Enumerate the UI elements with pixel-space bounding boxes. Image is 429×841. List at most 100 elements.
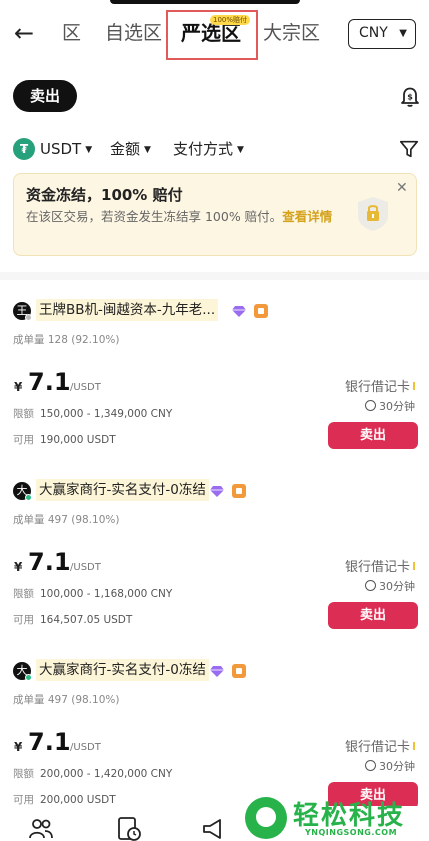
filter-row: ₮ USDT ▼ 金额 ▼ 支付方式 ▼ — [13, 136, 423, 162]
limit-value: 150,000 - 1,349,000 CNY — [40, 408, 173, 420]
limit-value: 100,000 - 1,168,000 CNY — [40, 588, 173, 600]
limit-label: 限额 — [13, 588, 34, 600]
diamond-icon — [210, 666, 224, 677]
order-stats: 成单量 497 (98.10%) — [13, 512, 119, 527]
amount-label: 金额 — [110, 140, 141, 158]
people-icon[interactable] — [28, 816, 54, 841]
bell-dollar-icon[interactable]: $ — [398, 84, 422, 108]
clock-icon — [365, 760, 376, 771]
watermark-logo: 轻松科技 YNQINGSONG.COM — [245, 795, 429, 841]
watermark-subtext: YNQINGSONG.COM — [305, 828, 398, 837]
order-stats: 成单量 128 (92.10%) — [13, 332, 119, 347]
limit-label: 限额 — [13, 768, 34, 780]
limit-value: 200,000 - 1,420,000 CNY — [40, 768, 173, 780]
amount-filter[interactable]: 金额 ▼ — [110, 136, 151, 163]
available-label: 可用 — [13, 434, 34, 446]
orders-value: 128 (92.10%) — [47, 334, 120, 346]
avatar[interactable]: 大 — [13, 662, 32, 681]
orders-label: 成单量 — [13, 334, 45, 346]
available-amount: 可用 164,507.05 USDT — [13, 612, 132, 627]
payment-time: 30分钟 — [365, 578, 415, 594]
price-unit: /USDT — [70, 562, 101, 573]
megaphone-icon[interactable] — [200, 816, 226, 841]
clock-icon — [365, 580, 376, 591]
notice-text: 在该区交易，若资金发生冻结享 100% 赔付。查看详情 — [26, 208, 354, 226]
notice-title: 资金冻结，100% 赔付 — [26, 186, 183, 204]
online-status-dot — [25, 674, 32, 681]
close-icon[interactable]: ✕ — [396, 180, 408, 196]
clock-icon — [365, 400, 376, 411]
tab-label: 区 — [62, 22, 82, 44]
payment-label: 支付方式 — [173, 140, 234, 158]
sell-button[interactable]: 卖出 — [328, 602, 418, 629]
available-label: 可用 — [13, 794, 34, 806]
limit-range: 限额 200,000 - 1,420,000 CNY — [13, 766, 172, 781]
sell-button[interactable]: 卖出 — [328, 422, 418, 449]
price: 7.1 — [28, 728, 71, 756]
watermark-circle-icon — [245, 797, 287, 839]
orders-value: 497 (98.10%) — [47, 694, 120, 706]
price-unit: /USDT — [70, 382, 101, 393]
arrow-left-icon[interactable]: ← — [14, 20, 40, 46]
notice-details-link[interactable]: 查看详情 — [282, 209, 332, 224]
order-clock-icon[interactable] — [116, 816, 142, 841]
currency-symbol: ¥ — [14, 380, 23, 394]
payment-method: 银行借记卡 — [345, 376, 415, 395]
payment-method: 银行借记卡 — [345, 736, 415, 755]
price: 7.1 — [28, 548, 71, 576]
funnel-icon[interactable] — [398, 138, 420, 160]
tab-partial[interactable]: 区 — [62, 18, 88, 48]
price-unit: /USDT — [70, 742, 101, 753]
payment-filter[interactable]: 支付方式 ▼ — [173, 136, 244, 163]
offline-status-dot — [25, 314, 32, 321]
currency-label: CNY — [359, 25, 388, 41]
diamond-icon — [232, 306, 246, 317]
notice-body: 在该区交易，若资金发生冻结享 100% 赔付。 — [26, 209, 283, 224]
merchant-listing: 大 大赢家商行-实名支付-0冻结 成单量 497 (98.10%) ¥ 7.1 … — [0, 479, 429, 662]
currency-symbol: ¥ — [14, 560, 23, 574]
tab-bulk-zone[interactable]: 大宗区 — [263, 18, 320, 48]
available-value: 190,000 USDT — [40, 434, 116, 446]
merchant-name[interactable]: 大赢家商行-实名支付-0冻结 — [36, 479, 209, 501]
sell-mode-button[interactable]: 卖出 — [13, 80, 77, 112]
time-value: 30分钟 — [379, 760, 415, 773]
usdt-coin-icon: ₮ — [13, 138, 35, 160]
diamond-icon — [210, 486, 224, 497]
payment-time: 30分钟 — [365, 398, 415, 414]
available-value: 200,000 USDT — [40, 794, 116, 806]
avatar[interactable]: 大 — [13, 482, 32, 501]
merchant-badge-icon — [232, 664, 246, 678]
merchant-name[interactable]: 王牌BB机-闽越资本-九年老... — [36, 299, 219, 321]
orders-label: 成单量 — [13, 514, 45, 526]
tab-watchlist[interactable]: 自选区 — [105, 18, 162, 48]
shield-lock-icon — [358, 197, 388, 231]
avatar[interactable]: 王 — [13, 302, 32, 321]
payment-method: 银行借记卡 — [345, 556, 415, 575]
caret-down-icon: ▼ — [144, 145, 151, 155]
coin-label: USDT — [40, 140, 82, 158]
currency-symbol: ¥ — [14, 740, 23, 754]
available-value: 164,507.05 USDT — [40, 614, 133, 626]
orders-value: 497 (98.10%) — [47, 514, 120, 526]
caret-down-icon: ▼ — [85, 145, 93, 155]
available-amount: 可用 200,000 USDT — [13, 792, 116, 807]
time-value: 30分钟 — [379, 580, 415, 593]
caret-down-icon: ▼ — [399, 28, 407, 39]
merchant-badge-icon — [254, 304, 268, 318]
merchant-name[interactable]: 大赢家商行-实名支付-0冻结 — [36, 659, 209, 681]
svg-text:$: $ — [407, 93, 413, 102]
watermark-text: 轻松科技 — [293, 801, 406, 831]
available-amount: 可用 190,000 USDT — [13, 432, 116, 447]
online-status-dot — [25, 494, 32, 501]
limit-label: 限额 — [13, 408, 34, 420]
section-divider — [0, 272, 429, 280]
limit-range: 限额 150,000 - 1,349,000 CNY — [13, 406, 172, 421]
coin-filter[interactable]: USDT ▼ — [40, 136, 92, 163]
orders-label: 成单量 — [13, 694, 45, 706]
caret-down-icon: ▼ — [237, 145, 244, 155]
time-value: 30分钟 — [379, 400, 415, 413]
price: 7.1 — [28, 368, 71, 396]
limit-range: 限额 100,000 - 1,168,000 CNY — [13, 586, 172, 601]
top-nav: ← 区 自选区 严选区 100%赔付 大宗区 CNY ▼ — [0, 0, 429, 68]
currency-select[interactable]: CNY ▼ — [348, 19, 416, 49]
